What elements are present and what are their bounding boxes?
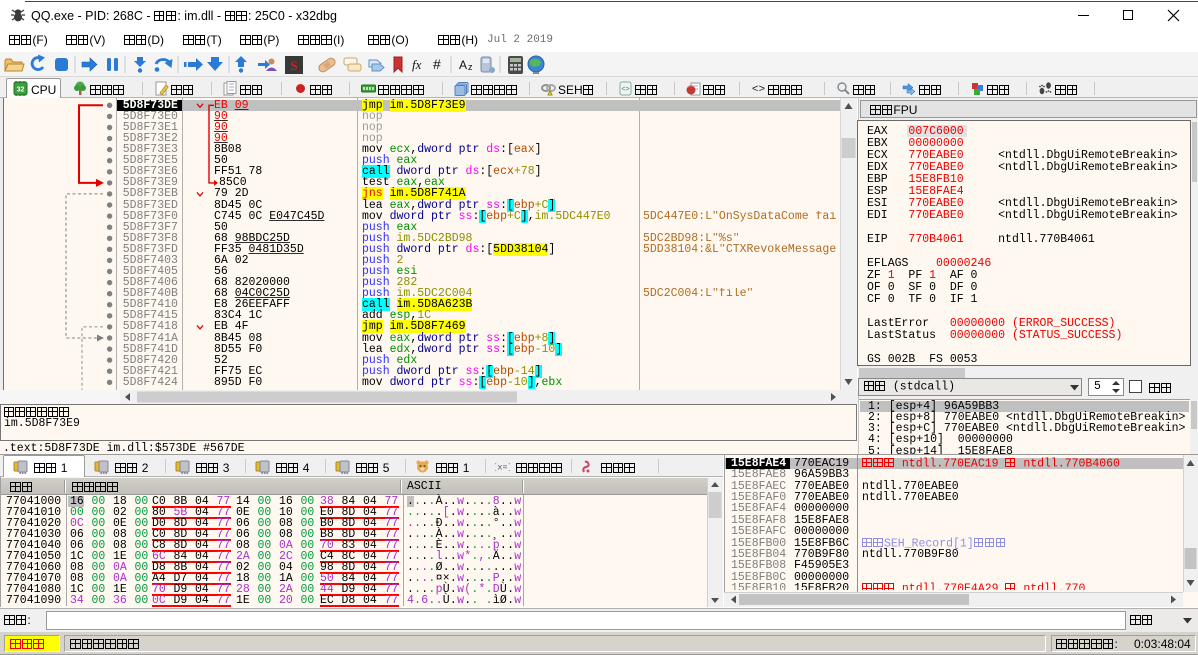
svg-text:<>: <> [621,86,629,93]
svg-text:<>: <> [752,84,765,96]
svg-text:fx: fx [412,57,422,72]
svg-text:[x=]: [x=] [495,463,510,473]
svg-text:#: # [433,56,441,72]
svg-text:A: A [459,58,467,72]
svg-text:z: z [468,62,473,72]
svg-text:32: 32 [17,87,25,94]
svg-text:S: S [290,58,297,73]
